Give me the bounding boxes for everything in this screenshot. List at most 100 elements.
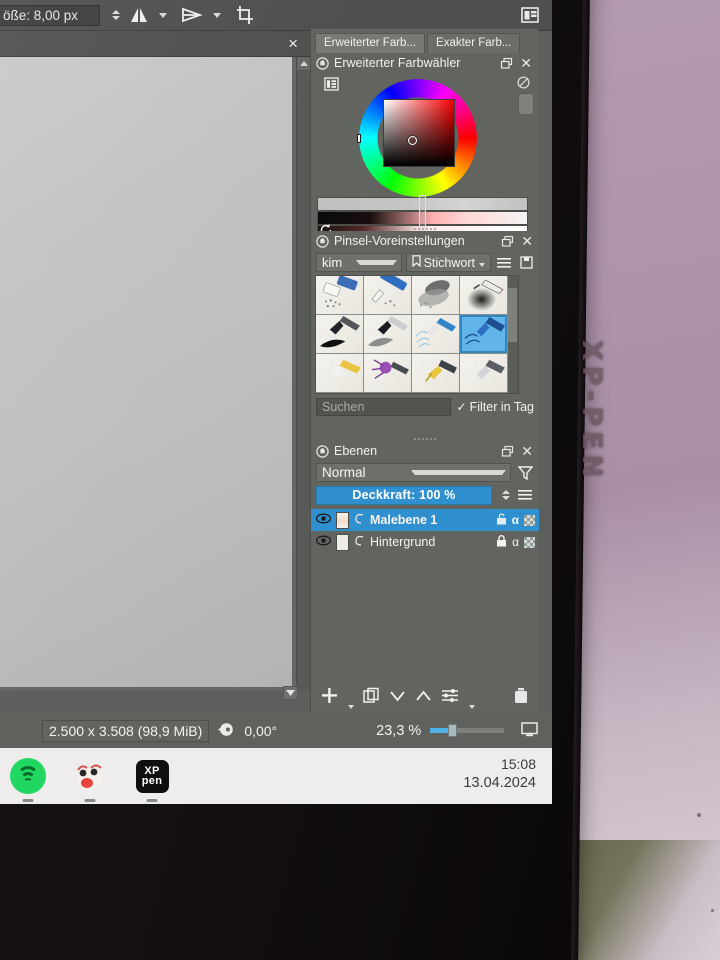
close-icon[interactable]: ✕ xyxy=(519,233,535,250)
lock-closed-icon[interactable] xyxy=(496,534,507,550)
tool-options-toolbar: öße: 8,00 px xyxy=(0,0,552,31)
lock-icon[interactable] xyxy=(316,56,329,70)
move-layer-up-icon[interactable] xyxy=(415,689,432,708)
canvas-vertical-scrollbar[interactable] xyxy=(296,57,310,691)
tab-exakter-farbwaehler[interactable]: Exakter Farb... xyxy=(427,32,521,53)
brush-preset-pen-blue-marker[interactable] xyxy=(364,276,412,315)
close-document-icon[interactable]: × xyxy=(288,34,298,54)
layers-title: Ebenen xyxy=(334,444,378,458)
rotation-icon[interactable] xyxy=(218,722,235,740)
xp-pen-icon: XP pen xyxy=(135,759,169,793)
brush-preset-pen-yellow[interactable] xyxy=(316,354,364,393)
advanced-color-selector[interactable] xyxy=(311,73,538,241)
hue-marker[interactable] xyxy=(357,134,361,143)
brush-preset-pen-grey[interactable] xyxy=(460,354,508,393)
brush-preset-blue-pencil[interactable] xyxy=(412,315,460,354)
save-icon[interactable] xyxy=(517,253,535,272)
taskbar-item-spotify[interactable] xyxy=(6,754,50,802)
blend-mode-dropdown[interactable]: Normal xyxy=(316,463,511,482)
close-icon[interactable]: ✕ xyxy=(518,55,534,72)
canvas-area[interactable] xyxy=(0,57,310,691)
hamburger-menu-icon[interactable] xyxy=(516,486,534,505)
brush-grid-scrollbar[interactable] xyxy=(507,275,519,394)
properties-dropdown-caret[interactable] xyxy=(469,705,475,709)
tab-erweiterter-farbwaehler[interactable]: Erweiterter Farb... xyxy=(315,32,426,53)
alpha-icon[interactable]: α xyxy=(512,535,519,549)
zoom-slider[interactable] xyxy=(430,724,505,737)
float-window-icon[interactable] xyxy=(500,57,513,70)
brush-size-field[interactable]: öße: 8,00 px xyxy=(0,4,100,26)
filter-in-tag-checkbox[interactable]: ✓ Filter in Tag xyxy=(457,400,534,414)
layer-thumbnail[interactable] xyxy=(336,533,349,551)
brush-preset-quill-gold[interactable] xyxy=(412,354,460,393)
eye-icon[interactable] xyxy=(315,513,332,527)
brush-preset-spray-purple[interactable] xyxy=(364,354,412,393)
clock-time: 15:08 xyxy=(500,756,536,772)
brush-preset-ink-pen-dark[interactable] xyxy=(316,315,364,354)
taskbar-item-xp-pen[interactable]: XP pen xyxy=(130,754,174,802)
brush-preset-airbrush-soft[interactable] xyxy=(460,276,508,315)
crop-icon[interactable] xyxy=(235,5,255,25)
duplicate-layer-icon[interactable] xyxy=(363,687,380,709)
windows-taskbar: XP pen 15:08 13.04.2024 xyxy=(0,748,552,804)
scrollbar-thumb[interactable] xyxy=(508,288,517,342)
add-layer-icon[interactable] xyxy=(321,687,338,709)
brush-preset-smudge-soft[interactable] xyxy=(412,276,460,315)
mirror-horizontal-icon[interactable] xyxy=(128,5,150,25)
alpha-lock-icon[interactable] xyxy=(524,514,535,526)
filter-funnel-icon[interactable] xyxy=(516,463,534,482)
rotation-value: 0,00° xyxy=(244,722,278,739)
layer-row-malebene-1[interactable]: Malebene 1 α xyxy=(311,509,539,531)
brush-preset-blue-marker-pen[interactable] xyxy=(460,315,508,354)
unlock-icon[interactable] xyxy=(496,512,507,528)
opacity-slider[interactable]: Deckkraft: 100 % xyxy=(316,485,492,505)
zoom-slider-handle[interactable] xyxy=(448,724,458,737)
add-layer-dropdown-caret[interactable] xyxy=(348,705,354,709)
taskbar-clock[interactable]: 15:08 13.04.2024 xyxy=(463,755,536,793)
color-cursor[interactable] xyxy=(408,136,417,145)
layer-style-icon xyxy=(354,513,365,528)
move-layer-down-icon[interactable] xyxy=(389,689,406,708)
brush-preset-grid[interactable] xyxy=(315,275,508,394)
pinned-app-icon xyxy=(77,764,102,789)
panel-layout-icon[interactable] xyxy=(520,5,540,25)
layer-properties-icon[interactable] xyxy=(441,688,459,708)
mirror-dropdown-caret[interactable] xyxy=(159,12,167,18)
delete-layer-icon[interactable] xyxy=(513,687,529,709)
display-icon[interactable] xyxy=(521,721,539,740)
brush-size-stepper[interactable] xyxy=(110,5,121,25)
running-indicator xyxy=(84,799,96,802)
tag-button[interactable]: Stichwort xyxy=(405,253,491,272)
list-view-icon[interactable] xyxy=(324,77,339,96)
saturation-value-square[interactable] xyxy=(383,99,455,167)
brush-presets-title: Pinsel-Voreinstellungen xyxy=(334,234,465,248)
close-icon[interactable]: ✕ xyxy=(519,443,535,460)
gradient-dropdown-caret[interactable] xyxy=(213,12,221,18)
color-swatch[interactable] xyxy=(518,93,534,115)
gradient-arrow-icon[interactable] xyxy=(180,5,204,25)
alpha-icon[interactable]: α xyxy=(512,513,519,527)
canvas-document[interactable] xyxy=(0,57,292,687)
float-window-icon[interactable] xyxy=(501,235,514,248)
eye-icon[interactable] xyxy=(315,535,332,549)
brush-size-label: öße: 8,00 px xyxy=(3,7,79,23)
brush-preset-dropdown[interactable]: kim xyxy=(316,253,402,272)
layer-row-hintergrund[interactable]: Hintergrund α xyxy=(311,531,539,553)
brush-preset-eraser-soft[interactable] xyxy=(316,276,364,315)
taskbar-item-pinned-app[interactable] xyxy=(68,754,112,802)
scroll-down-button[interactable] xyxy=(283,686,298,700)
krita-app-window: öße: 8,00 px × Erweiterter Farb... Exakt… xyxy=(0,0,552,748)
lock-icon[interactable] xyxy=(316,234,329,248)
opacity-stepper[interactable] xyxy=(500,485,511,505)
lock-icon[interactable] xyxy=(316,444,329,458)
scroll-up-button[interactable] xyxy=(297,57,310,70)
float-window-icon[interactable] xyxy=(501,445,514,458)
layer-thumbnail[interactable] xyxy=(336,511,349,529)
search-input[interactable]: Suchen xyxy=(316,398,451,416)
alpha-lock-icon[interactable] xyxy=(524,536,535,548)
hamburger-menu-icon[interactable] xyxy=(495,253,513,272)
document-tab-bar: × xyxy=(0,31,310,57)
layer-flags: α xyxy=(496,512,535,528)
color-selector-title: Erweiterter Farbwähler xyxy=(334,56,461,70)
brush-preset-pencil-sketch[interactable] xyxy=(364,315,412,354)
